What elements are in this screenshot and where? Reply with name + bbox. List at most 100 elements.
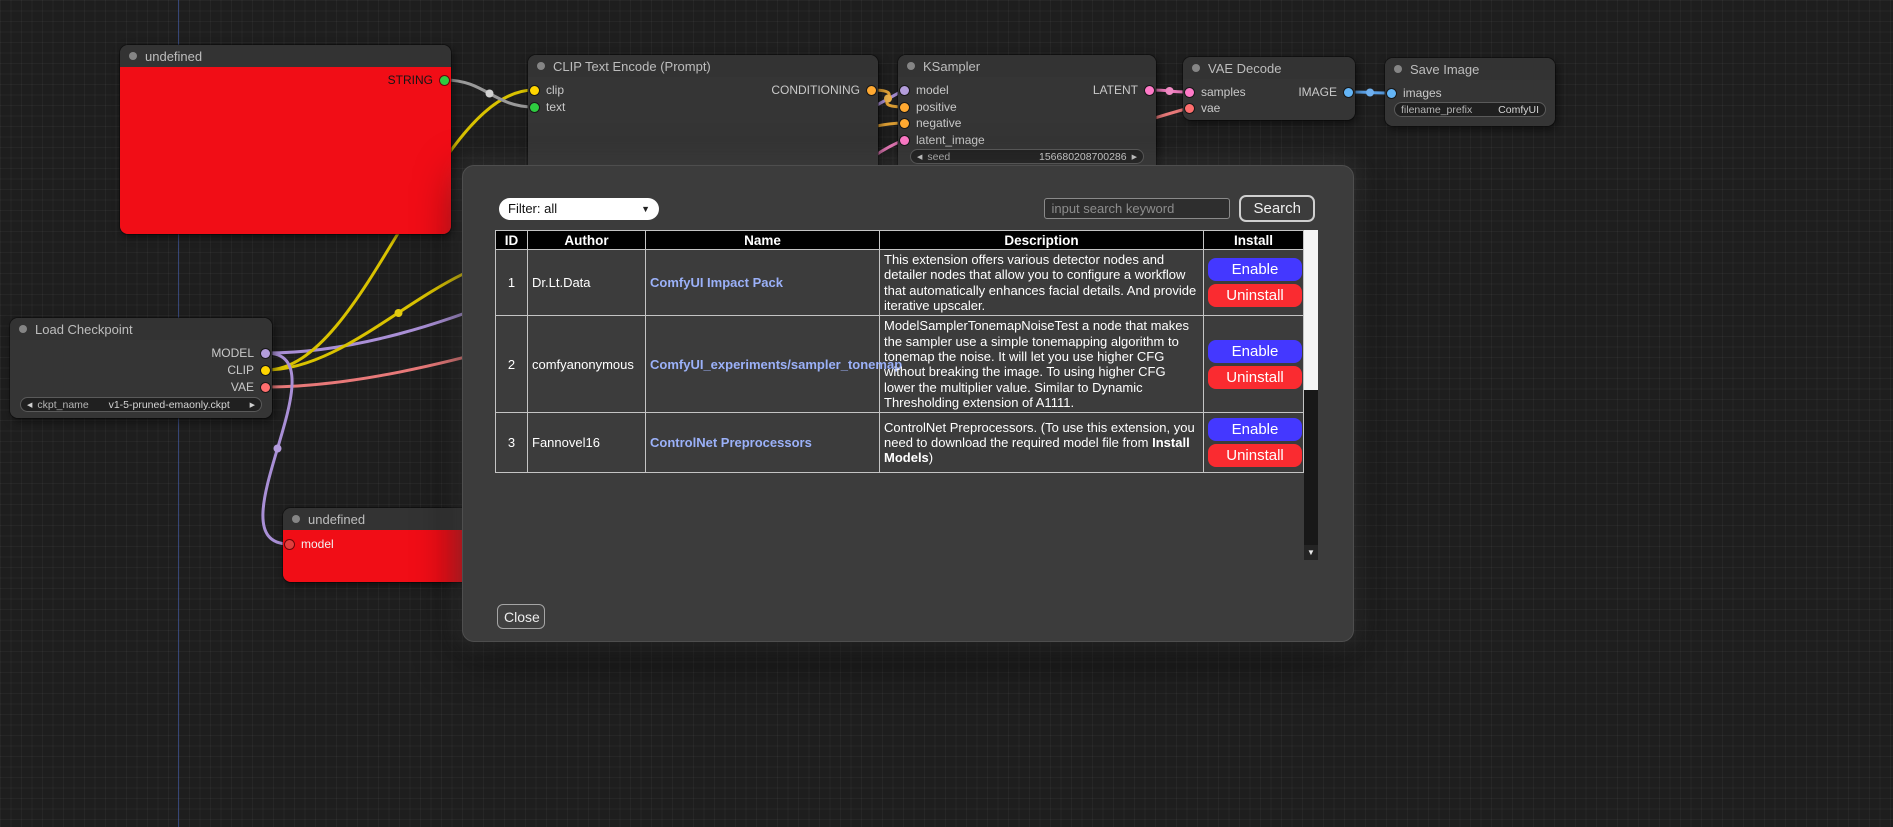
node-save-image[interactable]: Save Image images filename_prefix ComfyU…	[1385, 58, 1555, 126]
extension-name-link[interactable]: ComfyUI Impact Pack	[650, 275, 783, 290]
filter-select[interactable]: Filter: all ▼	[499, 198, 659, 220]
input-slot-clip[interactable]: clip	[530, 83, 564, 97]
input-slot-negative[interactable]: negative	[900, 116, 961, 130]
chevron-down-icon: ▼	[641, 204, 650, 214]
extension-description: This extension offers various detector n…	[880, 250, 1204, 316]
output-slot-image[interactable]: IMAGE	[1298, 85, 1353, 99]
input-slot-positive[interactable]: positive	[900, 100, 957, 114]
collapse-dot-icon[interactable]	[907, 62, 915, 70]
node-vae-decode[interactable]: VAE Decode samples vae IMAGE	[1183, 57, 1355, 120]
input-slot-model[interactable]: model	[285, 537, 334, 551]
collapse-dot-icon[interactable]	[1192, 64, 1200, 72]
seed-widget[interactable]: ◀ seed 156680208700286 ▶	[910, 149, 1144, 164]
node-title-bar[interactable]: Load Checkpoint	[10, 318, 272, 340]
uninstall-button[interactable]: Uninstall	[1208, 284, 1302, 307]
scrollbar[interactable]: ▼	[1304, 230, 1318, 560]
input-slot-latent-image[interactable]: latent_image	[900, 133, 985, 147]
string-output-port[interactable]	[440, 76, 449, 85]
input-slot-text[interactable]: text	[530, 100, 565, 114]
enable-button[interactable]: Enable	[1208, 418, 1302, 441]
node-title-bar[interactable]: Save Image	[1385, 58, 1555, 80]
model-input-port[interactable]	[900, 86, 909, 95]
collapse-dot-icon[interactable]	[19, 325, 27, 333]
header-description: Description	[880, 231, 1204, 250]
input-slot-samples[interactable]: samples	[1185, 85, 1246, 99]
node-body: MODEL CLIP VAE ◀ ckpt_name v1-5-pruned-e…	[10, 340, 272, 418]
link-dot	[274, 445, 282, 453]
node-title-bar[interactable]: KSampler	[898, 55, 1156, 77]
search-input[interactable]	[1044, 198, 1230, 219]
input-slot-vae[interactable]: vae	[1185, 101, 1220, 115]
collapse-dot-icon[interactable]	[292, 515, 300, 523]
node-body: images filename_prefix ComfyUI	[1385, 80, 1555, 126]
output-slot-latent[interactable]: LATENT	[1093, 83, 1154, 97]
samples-input-port[interactable]	[1185, 88, 1194, 97]
node-undefined-bottom[interactable]: undefined model	[283, 508, 483, 582]
clip-output-port[interactable]	[261, 366, 270, 375]
slot-label: samples	[1201, 85, 1246, 99]
filename-prefix-widget[interactable]: filename_prefix ComfyUI	[1394, 102, 1546, 117]
node-title-bar[interactable]: undefined	[283, 508, 483, 530]
input-slot-model[interactable]: model	[900, 83, 949, 97]
node-title: Save Image	[1410, 62, 1479, 77]
latent-input-port[interactable]	[900, 136, 909, 145]
extension-name-link[interactable]: ComfyUI_experiments/sampler_tonemap	[650, 357, 902, 372]
node-body: samples vae IMAGE	[1183, 79, 1355, 120]
node-load-checkpoint[interactable]: Load Checkpoint MODEL CLIP VAE ◀ ckpt_na…	[10, 318, 272, 418]
extension-table: ID Author Name Description Install 1 Dr.…	[495, 230, 1304, 473]
text-input-port[interactable]	[530, 103, 539, 112]
vae-input-port[interactable]	[1185, 104, 1194, 113]
input-slot-images[interactable]: images	[1387, 86, 1442, 100]
link-dot	[884, 95, 892, 103]
output-slot-string[interactable]: STRING	[388, 73, 449, 87]
extension-id: 2	[496, 316, 528, 413]
vae-output-port[interactable]	[261, 383, 270, 392]
node-canvas[interactable]: undefined STRING CLIP Text Encode (Promp…	[0, 0, 1893, 827]
search-button[interactable]: Search	[1239, 195, 1315, 222]
enable-button[interactable]: Enable	[1208, 340, 1302, 363]
node-body: model	[283, 530, 483, 582]
extension-name-link[interactable]: ControlNet Preprocessors	[650, 435, 812, 450]
arrow-right-icon[interactable]: ▶	[1132, 153, 1137, 161]
negative-input-port[interactable]	[900, 119, 909, 128]
slot-label: model	[301, 537, 334, 551]
widget-label: seed	[927, 151, 950, 163]
node-title-bar[interactable]: CLIP Text Encode (Prompt)	[528, 55, 878, 77]
model-output-port[interactable]	[261, 349, 270, 358]
extension-id: 1	[496, 250, 528, 316]
collapse-dot-icon[interactable]	[1394, 65, 1402, 73]
output-slot-conditioning[interactable]: CONDITIONING	[771, 83, 876, 97]
output-slot-vae[interactable]: VAE	[231, 380, 270, 394]
scroll-down-icon[interactable]: ▼	[1304, 545, 1318, 560]
conditioning-output-port[interactable]	[867, 86, 876, 95]
uninstall-button[interactable]: Uninstall	[1208, 444, 1302, 467]
enable-button[interactable]: Enable	[1208, 258, 1302, 281]
latent-output-port[interactable]	[1145, 86, 1154, 95]
uninstall-button[interactable]: Uninstall	[1208, 366, 1302, 389]
arrow-right-icon[interactable]: ▶	[250, 401, 255, 409]
image-output-port[interactable]	[1344, 88, 1353, 97]
arrow-left-icon[interactable]: ◀	[917, 153, 922, 161]
node-undefined-top[interactable]: undefined STRING	[120, 45, 451, 234]
positive-input-port[interactable]	[900, 103, 909, 112]
arrow-left-icon[interactable]: ◀	[27, 401, 32, 409]
node-title: VAE Decode	[1208, 61, 1281, 76]
ckpt-name-widget[interactable]: ◀ ckpt_name v1-5-pruned-emaonly.ckpt ▶	[20, 397, 262, 412]
collapse-dot-icon[interactable]	[537, 62, 545, 70]
collapse-dot-icon[interactable]	[129, 52, 137, 60]
node-ksampler[interactable]: KSampler model positive negative latent_…	[898, 55, 1156, 175]
close-button[interactable]: Close	[497, 604, 545, 629]
extension-install-cell: Enable Uninstall	[1204, 316, 1304, 413]
clip-input-port[interactable]	[530, 86, 539, 95]
model-input-port[interactable]	[285, 540, 294, 549]
output-slot-clip[interactable]: CLIP	[227, 363, 270, 377]
output-slot-model[interactable]: MODEL	[211, 346, 270, 360]
node-title: CLIP Text Encode (Prompt)	[553, 59, 711, 74]
scrollbar-thumb[interactable]	[1304, 230, 1318, 390]
images-input-port[interactable]	[1387, 89, 1396, 98]
node-title-bar[interactable]: VAE Decode	[1183, 57, 1355, 79]
extension-install-cell: Enable Uninstall	[1204, 250, 1304, 316]
node-title: undefined	[308, 512, 365, 527]
dialog-toolbar: Filter: all ▼ Search	[499, 195, 1315, 222]
node-title-bar[interactable]: undefined	[120, 45, 451, 67]
